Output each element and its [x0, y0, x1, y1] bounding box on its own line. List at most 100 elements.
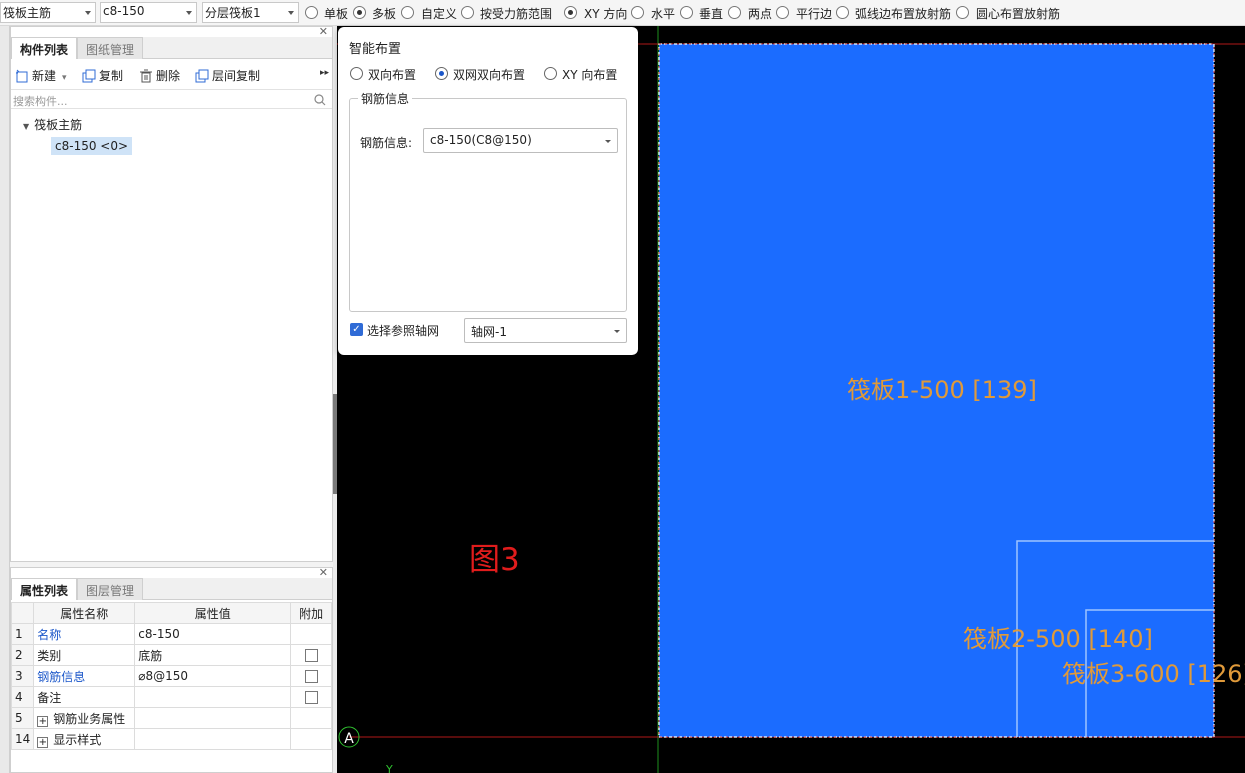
copy-button[interactable]: 复制	[82, 67, 123, 85]
radio-single-slab[interactable]	[305, 6, 318, 19]
tab-layer-management[interactable]: 图层管理	[77, 578, 144, 600]
label-xy-direction: XY 方向	[584, 7, 628, 21]
prop-extra	[290, 644, 332, 666]
new-icon	[16, 69, 28, 83]
layer-slab-value: 分层筏板1	[205, 6, 261, 20]
radio-double-net-bidirectional[interactable]	[435, 67, 448, 80]
dialog-title: 智能布置	[349, 42, 402, 57]
prop-value[interactable]: c8-150	[134, 623, 292, 645]
table-row[interactable]: 14 + 显示样式	[10, 728, 332, 750]
prop-value[interactable]: 底筋	[134, 644, 292, 666]
prop-name-cell: + 钢筋业务属性	[33, 707, 136, 729]
label-vertical: 垂直	[699, 7, 724, 21]
tab-component-list[interactable]: 构件列表	[11, 37, 78, 59]
smart-layout-dialog: 智能布置 双向布置 双网双向布置 XY 向布置 钢筋信息 钢筋信息: c8-15…	[338, 27, 638, 355]
label-custom: 自定义	[421, 7, 458, 21]
prop-extra	[290, 707, 332, 729]
tab-property-list[interactable]: 属性列表	[11, 578, 78, 600]
chevron-down-icon	[186, 11, 192, 15]
extra-checkbox[interactable]	[304, 649, 318, 662]
table-row[interactable]: 5 + 钢筋业务属性	[10, 707, 332, 729]
prop-extra	[290, 623, 332, 645]
radio-by-main-rebar-range[interactable]	[461, 6, 474, 19]
floor-copy-button-label: 层间复制	[212, 69, 261, 83]
label-single-slab: 单板	[324, 7, 349, 21]
header-prop-name: 属性名称	[33, 602, 136, 624]
component-panel-tabs: 构件列表 图纸管理	[11, 37, 332, 59]
component-list-panel: ✕ 构件列表 图纸管理 新建 ▾ 复制 删除 层间复制 ▸▸ 搜索构件... ▼ 筏…	[10, 25, 333, 562]
group-title: 钢筋信息	[358, 90, 413, 107]
chevron-down-icon: ▾	[62, 73, 67, 83]
radio-arc-edge-radial[interactable]	[836, 6, 849, 19]
table-header-row: 属性名称 属性值 附加	[10, 602, 332, 624]
table-row[interactable]: 4 备注	[10, 686, 332, 708]
property-list-panel: ✕ 属性列表 图层管理 属性名称 属性值 附加 1 名称 c8-150 2 类别…	[10, 566, 333, 773]
slab-1-label: 筏板1-500 [139]	[847, 376, 1037, 404]
expand-icon[interactable]: +	[37, 715, 49, 727]
new-button[interactable]: 新建 ▾	[15, 67, 67, 85]
header-extra: 附加	[290, 602, 332, 624]
prop-name: 类别	[33, 644, 136, 666]
table-row[interactable]: 1 名称 c8-150	[10, 623, 332, 645]
rebar-info-group: 钢筋信息 钢筋信息: c8-150(C8@150)	[349, 90, 627, 312]
prop-value	[134, 728, 292, 750]
new-button-label: 新建	[32, 69, 57, 83]
component-type-select[interactable]: 筏板主筋	[0, 2, 96, 23]
radio-bidirectional[interactable]	[350, 67, 363, 80]
radio-custom[interactable]	[401, 6, 414, 19]
radio-vertical[interactable]	[680, 6, 693, 19]
row-num: 3	[10, 665, 35, 687]
more-icon[interactable]: ▸▸	[320, 68, 329, 78]
prop-value	[134, 707, 292, 729]
slab-2-label: 筏板2-500 [140]	[963, 625, 1153, 653]
property-table: 属性名称 属性值 附加 1 名称 c8-150 2 类别 底筋 3 钢筋信息 ⌀…	[10, 602, 332, 750]
trash-icon	[140, 69, 152, 83]
label-parallel-edge: 平行边	[796, 7, 833, 21]
radio-center-radial[interactable]	[956, 6, 969, 19]
caret-down-icon: ▼	[23, 122, 30, 131]
radio-horizontal[interactable]	[631, 6, 644, 19]
tree-item-selected[interactable]: c8-150 <0>	[51, 137, 133, 155]
ref-grid-value: 轴网-1	[471, 325, 507, 339]
component-name-select[interactable]: c8-150	[100, 2, 197, 23]
extra-checkbox[interactable]	[304, 691, 318, 704]
layer-slab-select[interactable]: 分层筏板1	[202, 2, 299, 23]
radio-xy-layout[interactable]	[544, 67, 557, 80]
slab-3-label: 筏板3-600 [126]	[1062, 660, 1245, 688]
prop-name: 钢筋信息	[33, 665, 136, 687]
prop-extra	[290, 728, 332, 750]
floor-copy-icon	[195, 69, 209, 83]
search-icon	[314, 94, 326, 106]
radio-two-points[interactable]	[728, 6, 741, 19]
label-horizontal: 水平	[651, 7, 676, 21]
copy-icon	[82, 69, 96, 83]
ref-grid-select[interactable]: 轴网-1	[464, 318, 627, 343]
table-row[interactable]: 3 钢筋信息 ⌀8@150	[10, 665, 332, 687]
top-toolbar: 筏板主筋 c8-150 分层筏板1 单板 多板 自定义 按受力筋范围 XY 方向…	[0, 0, 1245, 26]
tree-group-raft-main-rebar[interactable]: ▼ 筏板主筋	[23, 116, 82, 133]
component-search-input[interactable]: 搜索构件...	[11, 89, 332, 109]
radio-parallel-edge[interactable]	[776, 6, 789, 19]
label-xy-layout: XY 向布置	[562, 68, 618, 82]
chevron-down-icon	[605, 140, 611, 143]
prop-value[interactable]: ⌀8@150	[134, 665, 292, 687]
select-ref-grid-checkbox[interactable]: ✓	[350, 323, 363, 336]
radio-xy-direction[interactable]	[564, 6, 577, 19]
floor-copy-button[interactable]: 层间复制	[195, 67, 260, 85]
radio-multi-slab[interactable]	[353, 6, 366, 19]
prop-name: 钢筋业务属性	[53, 711, 126, 726]
prop-value[interactable]	[134, 686, 292, 708]
rebar-info-select[interactable]: c8-150(C8@150)	[423, 128, 618, 153]
tab-drawing-management[interactable]: 图纸管理	[77, 37, 144, 59]
label-arc-edge-radial: 弧线边布置放射筋	[855, 7, 952, 21]
table-row[interactable]: 2 类别 底筋	[10, 644, 332, 666]
delete-button[interactable]: 删除	[139, 67, 180, 85]
row-num: 14	[10, 728, 35, 750]
label-bidirectional: 双向布置	[368, 68, 417, 82]
extra-checkbox[interactable]	[304, 670, 318, 683]
prop-name: 名称	[33, 623, 136, 645]
header-prop-value: 属性值	[134, 602, 292, 624]
prop-name-cell: + 显示样式	[33, 728, 136, 750]
left-dock-strip	[0, 26, 10, 773]
expand-icon[interactable]: +	[37, 736, 49, 748]
